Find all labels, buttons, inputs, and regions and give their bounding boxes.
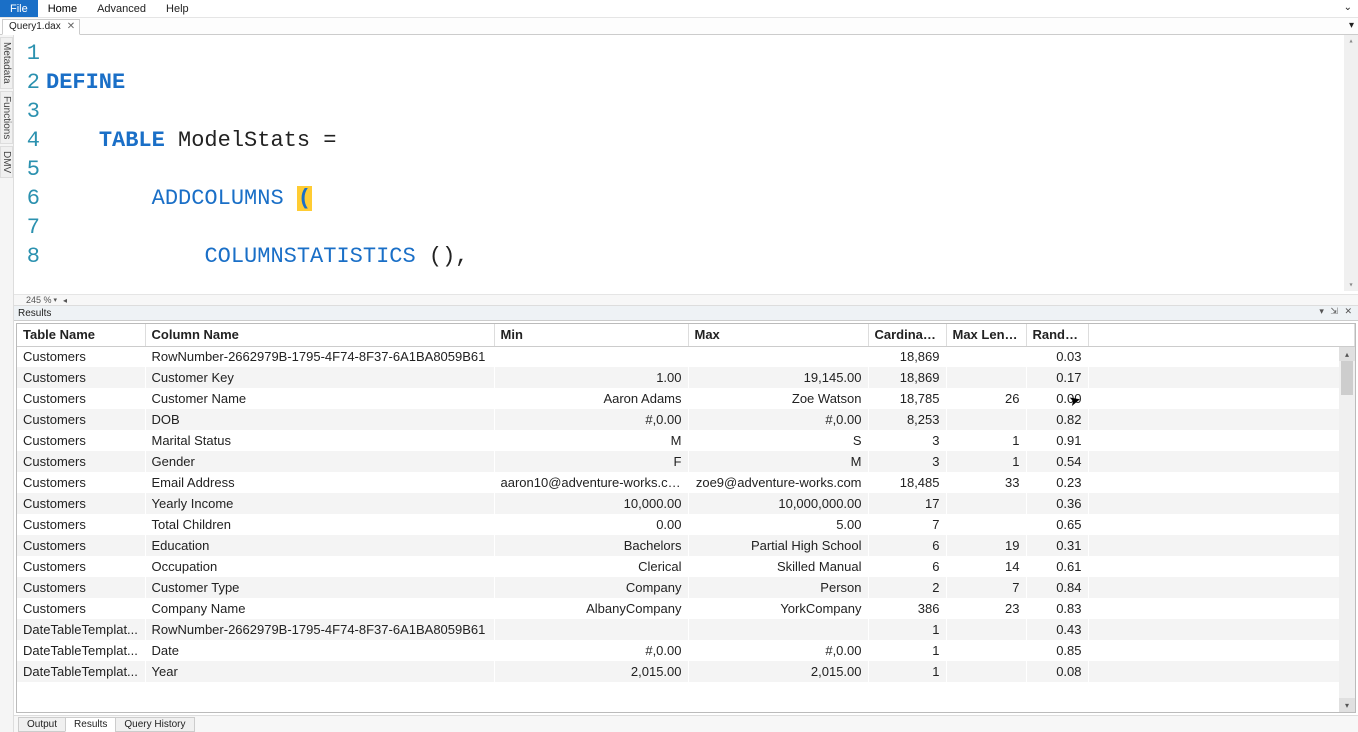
scroll-up-arrow-icon[interactable]: ▴ [1339, 347, 1355, 361]
code-editor[interactable]: 12345678 DEFINE TABLE ModelStats = ADDCO… [14, 35, 1358, 294]
table-row[interactable]: DateTableTemplat...Date#,0.00#,0.0010.85 [17, 640, 1355, 661]
table-row[interactable]: CustomersEmail Addressaaron10@adventure-… [17, 472, 1355, 493]
table-row[interactable]: CustomersMarital StatusMS310.91 [17, 430, 1355, 451]
results-pane-header: Results ▾ ⇲ ✕ [14, 306, 1358, 321]
ribbon-collapse-icon[interactable]: ⌄ [1344, 2, 1352, 13]
table-row[interactable]: DateTableTemplat...Year2,015.002,015.001… [17, 661, 1355, 682]
side-tab-dmv[interactable]: DMV [0, 146, 13, 178]
document-tab[interactable]: Query1.dax ✕ [2, 19, 80, 35]
close-tab-icon[interactable]: ✕ [67, 21, 75, 32]
table-row[interactable]: DateTableTemplat...RowNumber-2662979B-17… [17, 619, 1355, 640]
editor-status-bar: 245 % ▾ ◂ [14, 294, 1358, 305]
table-row[interactable]: CustomersCustomer TypeCompanyPerson270.8… [17, 577, 1355, 598]
results-pane-title: Results [18, 308, 51, 319]
bottom-tab-results[interactable]: Results [65, 717, 116, 732]
side-dock: Metadata Functions DMV [0, 35, 14, 732]
table-row[interactable]: CustomersOccupationClericalSkilled Manua… [17, 556, 1355, 577]
col-header-column-name[interactable]: Column Name [145, 324, 494, 346]
col-header-table-name[interactable]: Table Name [17, 324, 145, 346]
side-tab-metadata[interactable]: Metadata [0, 37, 13, 89]
table-row[interactable]: CustomersCustomer NameAaron AdamsZoe Wat… [17, 388, 1355, 409]
table-row[interactable]: CustomersCustomer Key1.0019,145.0018,869… [17, 367, 1355, 388]
col-header-max-length[interactable]: Max Length [946, 324, 1026, 346]
document-tab-strip: Query1.dax ✕ ▾ [0, 18, 1358, 35]
zoom-dropdown-icon[interactable]: ▾ [54, 296, 58, 304]
table-row[interactable]: CustomersCompany NameAlbanyCompanyYorkCo… [17, 598, 1355, 619]
scroll-up-arrow-icon[interactable]: ▴ [1344, 35, 1358, 47]
table-row[interactable]: CustomersYearly Income10,000.0010,000,00… [17, 493, 1355, 514]
code-editor-pane: 12345678 DEFINE TABLE ModelStats = ADDCO… [14, 35, 1358, 306]
scrollbar-thumb[interactable] [1341, 361, 1353, 395]
results-header-row: Table Name Column Name Min Max Cardinali… [17, 324, 1355, 346]
scroll-down-arrow-icon[interactable]: ▾ [1344, 279, 1358, 291]
table-row[interactable]: CustomersGenderFM310.54 [17, 451, 1355, 472]
menu-home[interactable]: Home [38, 0, 87, 17]
grid-vertical-scrollbar[interactable]: ▴ ▾ [1339, 347, 1355, 712]
menu-help[interactable]: Help [156, 0, 199, 17]
table-row[interactable]: CustomersEducationBachelorsPartial High … [17, 535, 1355, 556]
editor-vertical-scrollbar[interactable]: ▴ ▾ [1344, 35, 1358, 291]
menu-advanced[interactable]: Advanced [87, 0, 156, 17]
document-tab-label: Query1.dax [9, 21, 61, 32]
results-grid[interactable]: Table Name Column Name Min Max Cardinali… [17, 324, 1355, 712]
menu-file[interactable]: File [0, 0, 38, 17]
zoom-level[interactable]: 245 % ▾ [26, 295, 57, 305]
bottom-tab-strip: Output Results Query History [14, 715, 1358, 732]
table-row[interactable]: CustomersTotal Children0.005.0070.65 [17, 514, 1355, 535]
table-row[interactable]: CustomersRowNumber-2662979B-1795-4F74-8F… [17, 346, 1355, 367]
bottom-tab-output[interactable]: Output [18, 717, 66, 732]
menu-bar: File Home Advanced Help ⌄ [0, 0, 1358, 18]
col-header-max[interactable]: Max [688, 324, 868, 346]
scroll-left-arrow-icon[interactable]: ◂ [63, 296, 67, 305]
col-header-random[interactable]: Random [1026, 324, 1088, 346]
col-header-min[interactable]: Min [494, 324, 688, 346]
bottom-tab-history[interactable]: Query History [115, 717, 194, 732]
table-row[interactable]: CustomersDOB#,0.00#,0.008,2530.82 [17, 409, 1355, 430]
results-pane: Results ▾ ⇲ ✕ Table Name [14, 306, 1358, 715]
scroll-down-arrow-icon[interactable]: ▾ [1339, 698, 1355, 712]
tab-overflow-icon[interactable]: ▾ [1349, 20, 1354, 31]
side-tab-functions[interactable]: Functions [0, 91, 13, 144]
line-number-gutter: 12345678 [14, 35, 46, 294]
code-content[interactable]: DEFINE TABLE ModelStats = ADDCOLUMNS ( C… [46, 35, 1358, 294]
pane-controls[interactable]: ▾ ⇲ ✕ [1319, 306, 1354, 317]
col-header-cardinality[interactable]: Cardinality [868, 324, 946, 346]
